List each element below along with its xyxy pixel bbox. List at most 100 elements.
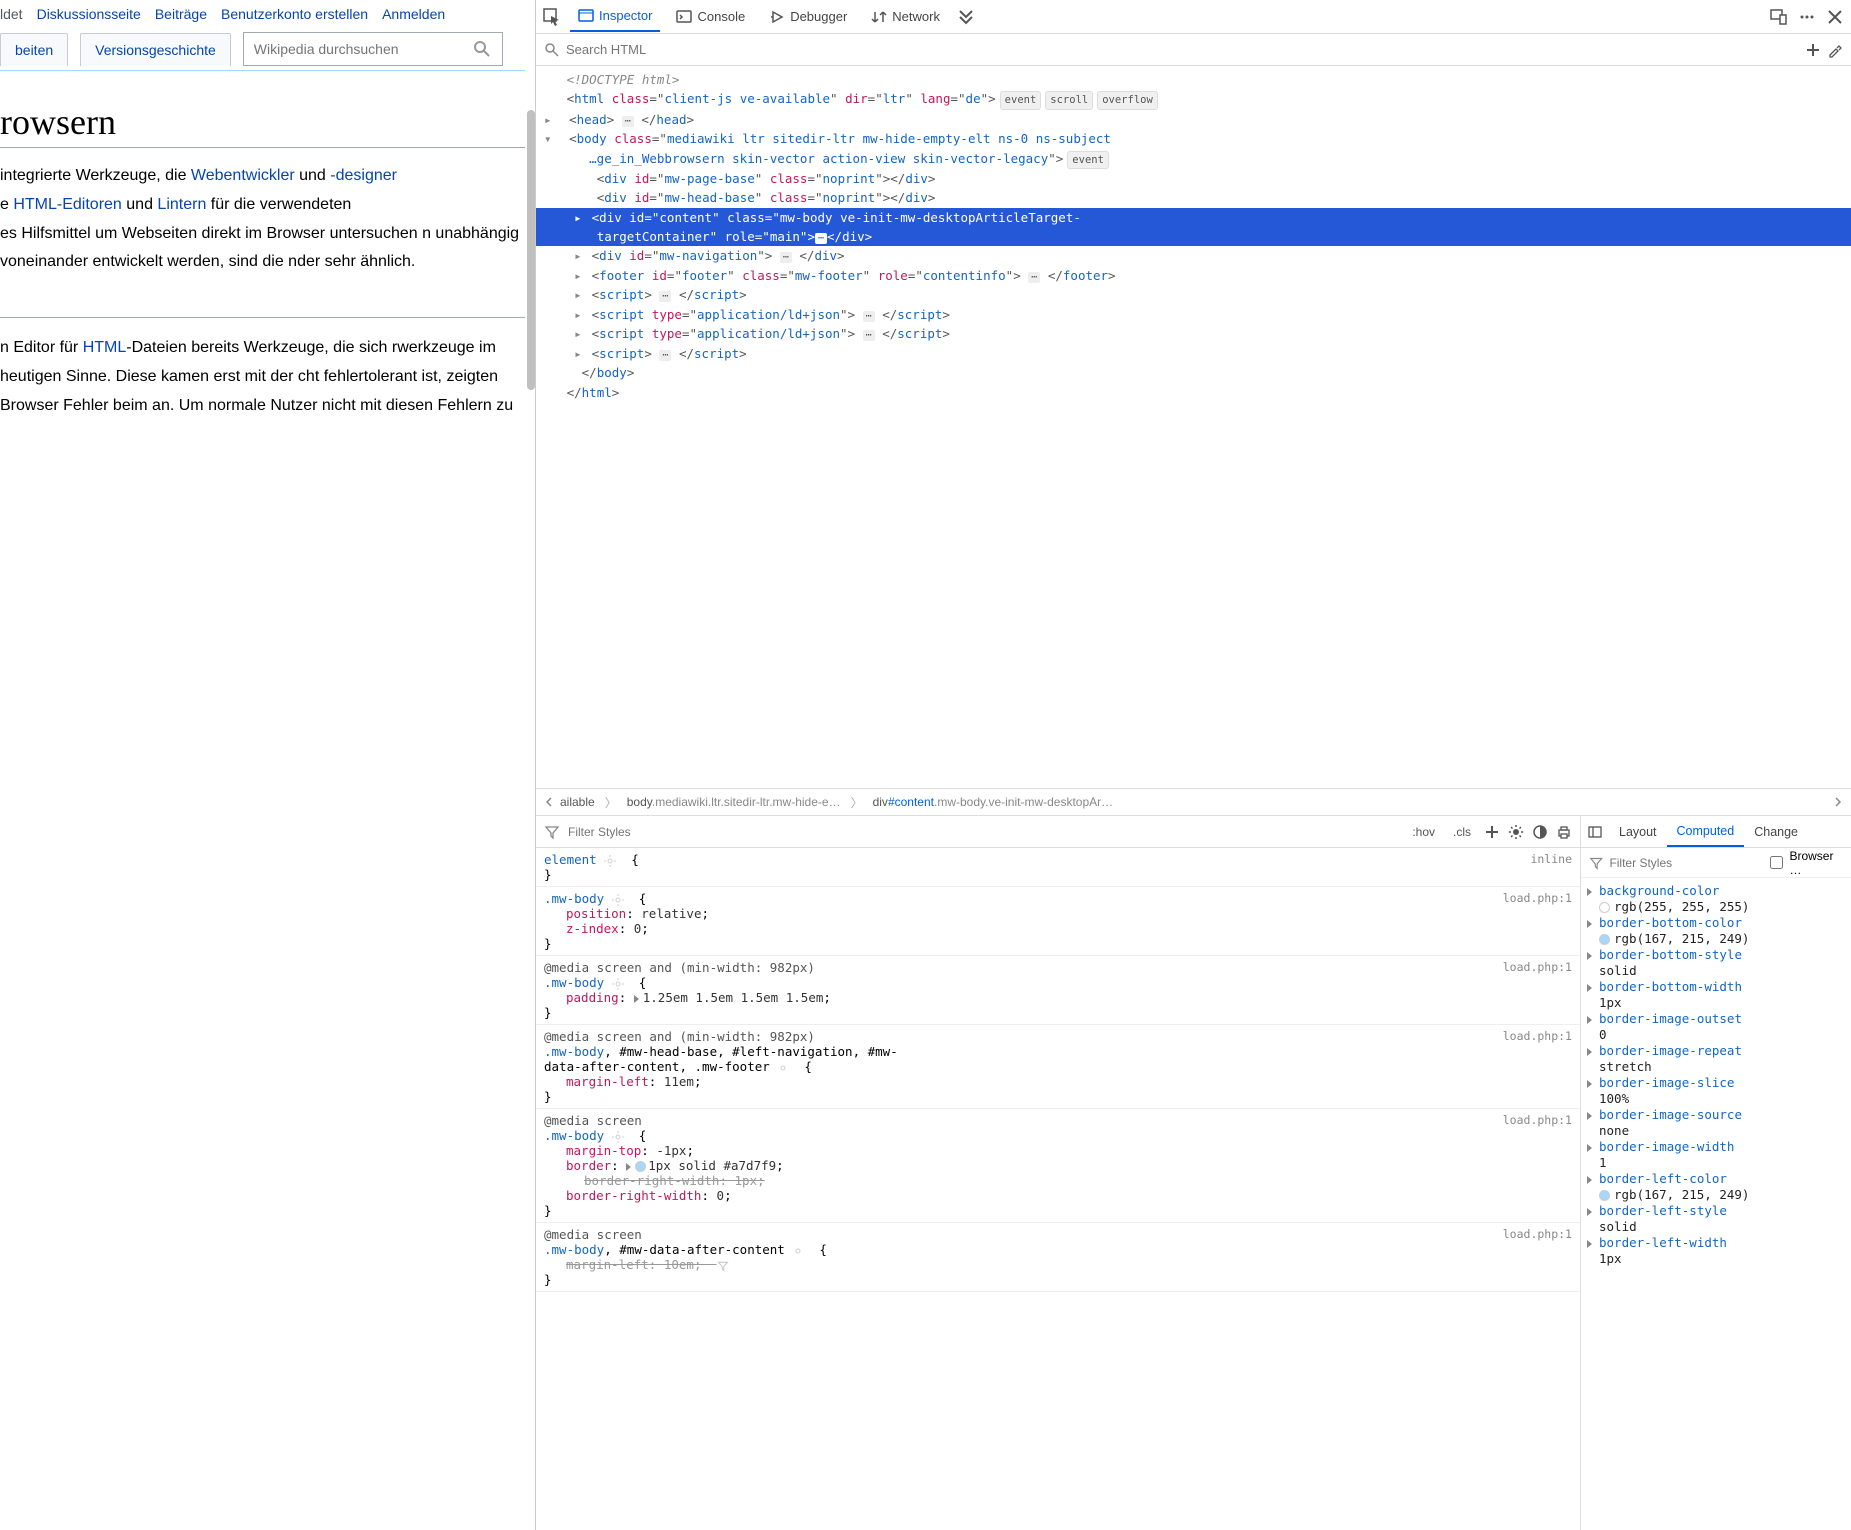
chevron-left-icon[interactable] [544, 797, 554, 807]
contrast-icon[interactable] [1532, 824, 1548, 840]
dom-doctype[interactable]: <!DOCTYPE html> [536, 70, 1851, 89]
bc-div[interactable]: div#content.mw-body.ve-init-mw-desktopAr… [873, 795, 1114, 809]
bc-body[interactable]: body.mediawiki.ltr.sitedir-ltr.mw-hide-e… [627, 795, 841, 809]
computed-property[interactable]: border-image-width1 [1581, 1138, 1851, 1170]
dom-div-headbase[interactable]: <div id="mw-head-base" class="noprint"><… [536, 188, 1851, 207]
second-paragraph: n Editor für HTML-Dateien bereits Werkze… [0, 334, 525, 420]
dom-script4[interactable]: ▸ <script> ⋯ </script> [536, 344, 1851, 364]
scrollbar[interactable] [527, 110, 535, 390]
computed-property[interactable]: border-bottom-colorrgb(167, 215, 249) [1581, 914, 1851, 946]
browser-styles-checkbox[interactable] [1770, 856, 1783, 869]
computed-filter-row: Browser … [1581, 848, 1851, 878]
computed-property[interactable]: border-image-repeatstretch [1581, 1042, 1851, 1074]
intro-paragraph: integrierte Werkzeuge, die Webentwickler… [0, 162, 525, 277]
eyedropper-icon[interactable] [1827, 42, 1843, 58]
search-box[interactable] [243, 32, 503, 66]
sidebar-toggle-icon[interactable] [1587, 824, 1603, 840]
computed-property[interactable]: border-left-colorrgb(167, 215, 249) [1581, 1170, 1851, 1202]
add-icon[interactable] [1805, 42, 1821, 58]
print-icon[interactable] [1556, 824, 1572, 840]
computed-property[interactable]: border-bottom-width1px [1581, 978, 1851, 1010]
computed-property[interactable]: border-left-stylesolid [1581, 1202, 1851, 1234]
tab-history[interactable]: Versionsgeschichte [80, 33, 231, 66]
hov-button[interactable]: :hov [1407, 823, 1440, 841]
computed-body[interactable]: background-colorrgb(255, 255, 255)border… [1581, 878, 1851, 1530]
computed-filter-input[interactable] [1609, 856, 1764, 870]
search-html-input[interactable] [566, 42, 1799, 57]
more-tabs-icon[interactable] [956, 7, 976, 27]
link-createaccount[interactable]: Benutzerkonto erstellen [221, 6, 368, 22]
tab-changes[interactable]: Change [1744, 818, 1808, 846]
computed-tabs: Layout Computed Change [1581, 816, 1851, 848]
dom-script2[interactable]: ▸ <script type="application/ld+json"> ⋯ … [536, 305, 1851, 325]
search-input[interactable] [254, 41, 472, 57]
inspector-icon [578, 8, 594, 24]
debugger-icon [769, 9, 785, 25]
link-login[interactable]: Anmelden [382, 6, 445, 22]
link-html-editoren[interactable]: HTML-Editoren [13, 196, 121, 213]
tab-layout[interactable]: Layout [1609, 818, 1667, 846]
computed-property[interactable]: border-bottom-stylesolid [1581, 946, 1851, 978]
dom-div-content-2[interactable]: targetContainer" role="main">⋯</div> [536, 227, 1851, 247]
responsive-icon[interactable] [1769, 7, 1789, 27]
funnel-icon [544, 824, 560, 840]
cls-button[interactable]: .cls [1448, 823, 1476, 841]
link-contribs[interactable]: Beiträge [155, 6, 207, 22]
search-icon[interactable] [472, 39, 492, 59]
network-icon [871, 9, 887, 25]
rule-block[interactable]: .mw-body {load.php:1position: relative;z… [536, 887, 1580, 956]
computed-property[interactable]: border-image-sourcenone [1581, 1106, 1851, 1138]
dom-div-nav[interactable]: ▸ <div id="mw-navigation"> ⋯ </div> [536, 246, 1851, 266]
link-html[interactable]: HTML [83, 339, 127, 356]
plus-icon[interactable] [1484, 824, 1500, 840]
computed-property[interactable]: border-left-width1px [1581, 1234, 1851, 1266]
link-webentwickler[interactable]: Webentwickler [191, 167, 295, 184]
link-designer[interactable]: -designer [330, 167, 397, 184]
rule-block[interactable]: @media screen and (min-width: 982px)load… [536, 1025, 1580, 1109]
tab-edit[interactable]: beiten [0, 33, 68, 66]
close-icon[interactable] [1825, 7, 1845, 27]
tab-inspector[interactable]: Inspector [570, 2, 660, 32]
tab-console[interactable]: Console [668, 3, 753, 31]
dom-div-content[interactable]: ▸ <div id="content" class="mw-body ve-in… [536, 208, 1851, 227]
dom-head[interactable]: ▸ <head> ⋯ </head> [536, 110, 1851, 130]
pick-element-icon[interactable] [542, 7, 562, 27]
dom-footer[interactable]: ▸ <footer id="footer" class="mw-footer" … [536, 266, 1851, 286]
computed-property[interactable]: background-colorrgb(255, 255, 255) [1581, 882, 1851, 914]
computed-property[interactable]: border-image-slice100% [1581, 1074, 1851, 1106]
bc-root[interactable]: ailable [560, 795, 595, 809]
dom-html[interactable]: <html class="client-js ve-available" dir… [536, 89, 1851, 109]
dom-script1[interactable]: ▸ <script> ⋯ </script> [536, 285, 1851, 305]
dom-body[interactable]: ▾ <body class="mediawiki ltr sitedir-ltr… [536, 129, 1851, 148]
tab-computed[interactable]: Computed [1667, 817, 1745, 847]
rule-block[interactable]: element {inline} [536, 848, 1580, 887]
light-icon[interactable] [1508, 824, 1524, 840]
dom-div-pagebase[interactable]: <div id="mw-page-base" class="noprint"><… [536, 169, 1851, 188]
tab-network[interactable]: Network [863, 3, 948, 31]
computed-property[interactable]: border-image-outset0 [1581, 1010, 1851, 1042]
kebab-icon[interactable] [1797, 7, 1817, 27]
link-lintern[interactable]: Lintern [157, 196, 206, 213]
link-talk[interactable]: Diskussionsseite [37, 6, 141, 22]
user-links: ldet Diskussionsseite Beiträge Benutzerk… [0, 0, 525, 32]
link-notlogged[interactable]: ldet [0, 6, 23, 22]
rules-body[interactable]: element {inline}.mw-body {load.php:1posi… [536, 848, 1580, 1530]
dom-script3[interactable]: ▸ <script type="application/ld+json"> ⋯ … [536, 324, 1851, 344]
rule-block[interactable]: @media screenload.php:1.mw-body, #mw-dat… [536, 1223, 1580, 1292]
dom-tree[interactable]: <!DOCTYPE html> <html class="client-js v… [536, 66, 1851, 788]
dom-body-cont[interactable]: …ge_in_Webbrowsern skin-vector action-vi… [536, 149, 1851, 169]
lower-panels: :hov .cls element {inline}.mw-body {load… [536, 816, 1851, 1530]
rule-block[interactable]: @media screen and (min-width: 982px)load… [536, 956, 1580, 1025]
html-search-row [536, 34, 1851, 66]
rules-panel: :hov .cls element {inline}.mw-body {load… [536, 816, 1581, 1530]
dom-html-close[interactable]: </html> [536, 383, 1851, 402]
rules-header: :hov .cls [536, 816, 1580, 848]
search-icon [544, 42, 560, 58]
tab-debugger[interactable]: Debugger [761, 3, 855, 31]
dom-body-close[interactable]: </body> [536, 363, 1851, 382]
rule-block[interactable]: @media screenload.php:1.mw-body {margin-… [536, 1109, 1580, 1223]
chevron-right-icon[interactable] [1833, 797, 1843, 807]
filter-styles-input[interactable] [568, 825, 1399, 839]
funnel-icon [1589, 855, 1603, 871]
breadcrumb[interactable]: ailable 〉 body.mediawiki.ltr.sitedir-ltr… [536, 788, 1851, 816]
